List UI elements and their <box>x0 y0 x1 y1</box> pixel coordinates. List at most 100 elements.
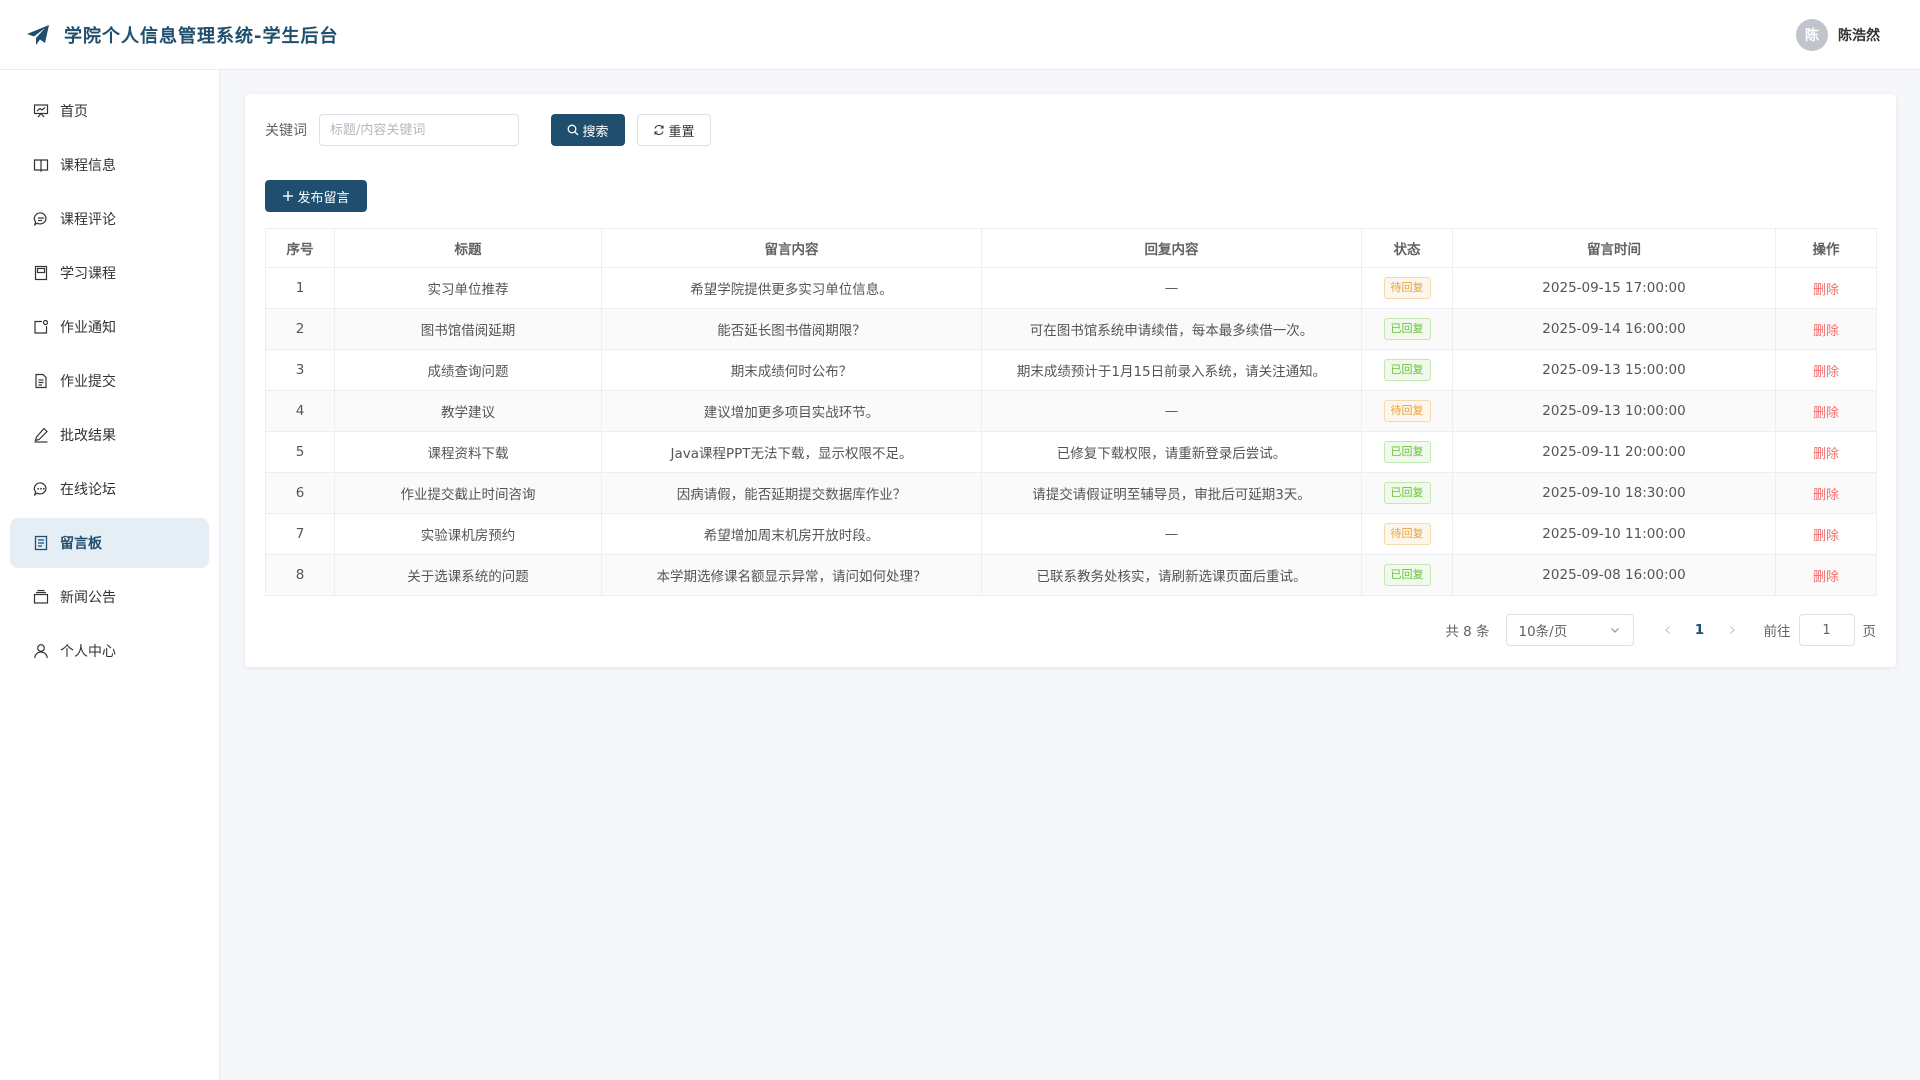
user-menu[interactable]: 陈 陈浩然 <box>1796 19 1880 51</box>
book-icon <box>32 156 50 174</box>
table-row: 8 关于选课系统的问题 本学期选修课名额显示异常，请问如何处理？ 已联系教务处核… <box>265 554 1877 596</box>
tickets-icon <box>32 534 50 552</box>
cell-no: 3 <box>265 349 335 391</box>
cell-action: 删除 <box>1775 554 1877 596</box>
cell-no: 4 <box>265 390 335 432</box>
cell-time: 2025-09-08 16:00:00 <box>1452 554 1776 596</box>
plus-icon <box>283 191 294 201</box>
sidebar-item-label: 课程评论 <box>60 212 116 228</box>
sidebar-item-news[interactable]: 新闻公告 <box>10 572 209 622</box>
sidebar-item-label: 课程信息 <box>60 158 116 174</box>
publish-message-button[interactable]: 发布留言 <box>265 180 367 212</box>
status-badge: 待回复 <box>1383 277 1431 299</box>
avatar[interactable]: 陈 <box>1796 19 1828 51</box>
cell-reply: 已修复下载权限，请重新登录后尝试。 <box>981 431 1362 473</box>
cell-status: 已回复 <box>1361 554 1453 596</box>
reset-button-label: 重置 <box>668 124 695 140</box>
cell-time: 2025-09-14 16:00:00 <box>1452 308 1776 350</box>
paper-plane-icon <box>26 23 50 47</box>
sidebar-item-home[interactable]: 首页 <box>10 86 209 136</box>
column-header-no: 序号 <box>265 228 335 268</box>
sidebar: 首页 课程信息 课程评论 学习课程 作业通知 作业提交 批改结果 在线论坛 留言… <box>0 70 220 1080</box>
cell-reply: — <box>981 513 1362 555</box>
sidebar-item-message-board[interactable]: 留言板 <box>10 518 209 568</box>
status-badge: 已回复 <box>1383 482 1431 504</box>
delete-button[interactable]: 删除 <box>1813 283 1839 298</box>
search-button-label: 搜索 <box>582 124 609 140</box>
cell-reply: — <box>981 267 1362 309</box>
column-header-status: 状态 <box>1361 228 1453 268</box>
sidebar-item-label: 个人中心 <box>60 644 116 660</box>
cell-action: 删除 <box>1775 513 1877 555</box>
cell-content: 本学期选修课名额显示异常，请问如何处理？ <box>601 554 982 596</box>
sidebar-item-profile[interactable]: 个人中心 <box>10 626 209 676</box>
goto-page-input[interactable] <box>1798 614 1855 646</box>
chevron-down-icon <box>1610 628 1619 633</box>
table-row: 6 作业提交截止时间咨询 因病请假，能否延期提交数据库作业？ 请提交请假证明至辅… <box>265 472 1877 514</box>
keyword-search-input[interactable] <box>319 114 519 146</box>
cell-time: 2025-09-10 18:30:00 <box>1452 472 1776 514</box>
prev-page-button[interactable] <box>1656 614 1680 646</box>
sidebar-item-course-info[interactable]: 课程信息 <box>10 140 209 190</box>
cell-status: 待回复 <box>1361 513 1453 555</box>
sidebar-item-label: 新闻公告 <box>60 590 116 606</box>
search-form: 关键词 搜索 重置 <box>265 114 711 146</box>
sidebar-item-homework-submit[interactable]: 作业提交 <box>10 356 209 406</box>
cell-status: 已回复 <box>1361 349 1453 391</box>
delete-button[interactable]: 删除 <box>1813 447 1839 462</box>
keyword-label: 关键词 <box>265 123 307 139</box>
table-row: 4 教学建议 建议增加更多项目实战环节。 — 待回复 2025-09-13 10… <box>265 390 1877 432</box>
cell-title: 课程资料下载 <box>334 431 602 473</box>
sidebar-item-grading-results[interactable]: 批改结果 <box>10 410 209 460</box>
sidebar-item-homework-notice[interactable]: 作业通知 <box>10 302 209 352</box>
delete-button[interactable]: 删除 <box>1813 365 1839 380</box>
status-badge: 待回复 <box>1383 523 1431 545</box>
delete-button[interactable]: 删除 <box>1813 406 1839 421</box>
reset-button[interactable]: 重置 <box>637 114 711 146</box>
refresh-icon <box>654 124 665 136</box>
delete-button[interactable]: 删除 <box>1813 570 1839 585</box>
column-header-reply: 回复内容 <box>981 228 1362 268</box>
sidebar-item-course-comments[interactable]: 课程评论 <box>10 194 209 244</box>
cell-content: 因病请假，能否延期提交数据库作业？ <box>601 472 982 514</box>
table-row: 1 实习单位推荐 希望学院提供更多实习单位信息。 — 待回复 2025-09-1… <box>265 267 1877 309</box>
cell-no: 5 <box>265 431 335 473</box>
notebook-icon <box>32 264 50 282</box>
chat-dots-icon <box>32 480 50 498</box>
column-header-content: 留言内容 <box>601 228 982 268</box>
goto-label: 前往 <box>1763 624 1791 640</box>
next-page-button[interactable] <box>1720 614 1744 646</box>
status-badge: 待回复 <box>1383 400 1431 422</box>
sidebar-item-label: 在线论坛 <box>60 482 116 498</box>
sidebar-item-forum[interactable]: 在线论坛 <box>10 464 209 514</box>
cell-action: 删除 <box>1775 267 1877 309</box>
cell-time: 2025-09-10 11:00:00 <box>1452 513 1776 555</box>
delete-button[interactable]: 删除 <box>1813 488 1839 503</box>
cell-action: 删除 <box>1775 308 1877 350</box>
table-row: 2 图书馆借阅延期 能否延长图书借阅期限？ 可在图书馆系统申请续借，每本最多续借… <box>265 308 1877 350</box>
page-number-1[interactable]: 1 <box>1684 614 1716 646</box>
column-header-action: 操作 <box>1775 228 1877 268</box>
cell-content: 能否延长图书借阅期限？ <box>601 308 982 350</box>
cell-status: 待回复 <box>1361 267 1453 309</box>
status-badge: 已回复 <box>1383 564 1431 586</box>
cell-reply: — <box>981 390 1362 432</box>
cell-no: 2 <box>265 308 335 350</box>
pagination: 共 8 条 10条/页 1 前往 页 <box>1445 614 1876 646</box>
page-size-select[interactable]: 10条/页 <box>1505 614 1634 646</box>
user-name[interactable]: 陈浩然 <box>1838 25 1880 45</box>
cell-action: 删除 <box>1775 349 1877 391</box>
message-table: 序号 标题 留言内容 回复内容 状态 留言时间 操作 1 实习单位推荐 希望学院… <box>265 228 1877 596</box>
delete-button[interactable]: 删除 <box>1813 529 1839 544</box>
cell-content: 建议增加更多项目实战环节。 <box>601 390 982 432</box>
delete-button[interactable]: 删除 <box>1813 324 1839 339</box>
cell-time: 2025-09-13 15:00:00 <box>1452 349 1776 391</box>
sidebar-item-label: 学习课程 <box>60 266 116 282</box>
sidebar-item-study-courses[interactable]: 学习课程 <box>10 248 209 298</box>
sidebar-item-label: 作业通知 <box>60 320 116 336</box>
search-button[interactable]: 搜索 <box>551 114 625 146</box>
cell-status: 已回复 <box>1361 431 1453 473</box>
cell-no: 7 <box>265 513 335 555</box>
document-icon <box>32 372 50 390</box>
table-row: 7 实验课机房预约 希望增加周末机房开放时段。 — 待回复 2025-09-10… <box>265 513 1877 555</box>
